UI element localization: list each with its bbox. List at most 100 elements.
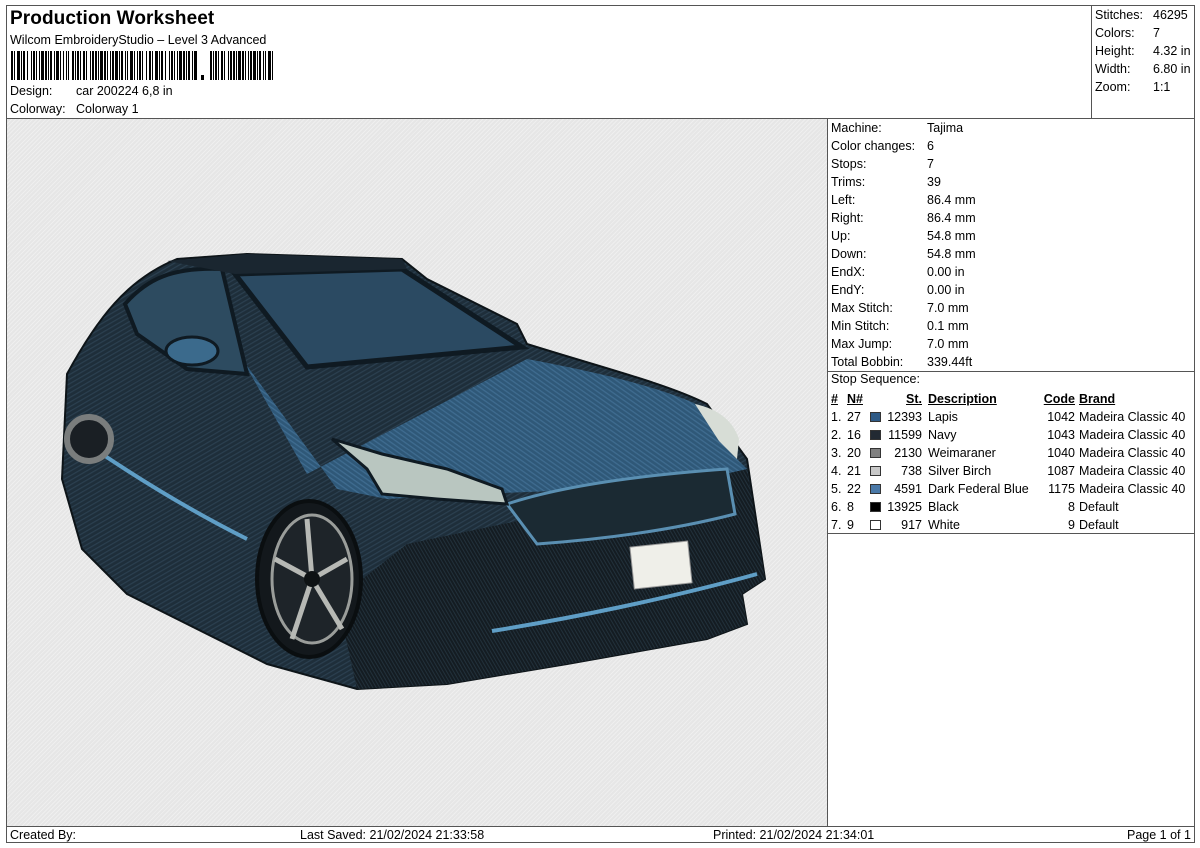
stop-code: 9 <box>1068 518 1075 532</box>
stat-row: Stitches: 46295 <box>1095 8 1188 22</box>
car-mirror <box>164 335 220 367</box>
design-label: Design: <box>10 84 53 98</box>
info-value: 7 <box>927 157 934 171</box>
design-value: car 200224 6,8 in <box>76 84 173 98</box>
stat-label: Stitches: <box>1095 8 1143 22</box>
info-row: Right: 86.4 mm <box>831 209 976 227</box>
stop-code: 1042 <box>1047 410 1075 424</box>
stop-needle: 22 <box>847 482 861 496</box>
color-swatch <box>870 484 881 494</box>
stop-sequence-row: 7. 9 917 White 9 Default <box>828 516 1194 534</box>
col-header-description: Description <box>928 392 997 406</box>
colorway-value: Colorway 1 <box>76 102 139 116</box>
info-value: 39 <box>927 175 941 189</box>
design-preview <box>7 119 828 826</box>
color-swatch <box>870 430 881 440</box>
info-value: 0.00 in <box>927 265 965 279</box>
info-row: Stops: 7 <box>831 155 934 173</box>
info-row: EndX: 0.00 in <box>831 263 965 281</box>
barcode-image <box>11 51 273 80</box>
col-header-num: # <box>831 392 838 406</box>
stop-sequence-row: 3. 20 2130 Weimaraner 1040 Madeira Classic 40 <box>828 444 1194 462</box>
stop-index: 7. <box>831 518 842 532</box>
colorway-row: Colorway: Colorway 1 <box>10 102 139 116</box>
stop-brand: Madeira Classic 40 <box>1079 464 1186 478</box>
info-row: Color changes: 6 <box>831 137 934 155</box>
stop-sequence-title: Stop Sequence: <box>831 372 920 386</box>
car-rear-wheel <box>64 414 114 464</box>
stop-stitches: 13925 <box>887 500 922 514</box>
info-value: 7.0 mm <box>927 337 969 351</box>
stop-stitches: 738 <box>901 464 922 478</box>
stop-code: 1040 <box>1047 446 1075 460</box>
stat-label: Width: <box>1095 62 1131 76</box>
info-value: 339.44ft <box>927 355 973 369</box>
worksheet-header: Production Worksheet Wilcom EmbroiderySt… <box>7 6 1092 119</box>
info-label: EndX: <box>831 265 866 279</box>
stop-sequence-row: 5. 22 4591 Dark Federal Blue 1175 Madeira Cla… <box>828 480 1194 498</box>
stop-code: 1043 <box>1047 428 1075 442</box>
stop-brand: Madeira Classic 40 <box>1079 446 1186 460</box>
car-wheel-hub <box>304 571 320 587</box>
stop-stitches: 11599 <box>888 428 922 442</box>
software-name: Wilcom EmbroideryStudio – Level 3 Advanc… <box>10 33 267 47</box>
info-label: Stops: <box>831 157 867 171</box>
stop-sequence-row: 1. 27 12393 Lapis 1042 Madeira Classic 40 <box>828 408 1194 426</box>
info-value: 6 <box>927 139 934 153</box>
stop-brand: Madeira Classic 40 <box>1079 482 1186 496</box>
stop-needle: 20 <box>847 446 861 460</box>
info-row: Max Stitch: 7.0 mm <box>831 299 969 317</box>
info-row: Max Jump: 7.0 mm <box>831 335 969 353</box>
stop-stitches: 12393 <box>887 410 922 424</box>
car-license-plate <box>629 540 693 590</box>
info-label: Up: <box>831 229 851 243</box>
info-value: 0.1 mm <box>927 319 969 333</box>
stop-index: 4. <box>831 464 842 478</box>
worksheet-footer: Created By: Last Saved: 21/02/2024 21:33… <box>7 826 1194 842</box>
stop-sequence-row: 2. 16 11599 Navy 1043 Madeira Classic 40 <box>828 426 1194 444</box>
stop-needle: 21 <box>847 464 861 478</box>
info-label: Machine: <box>831 121 882 135</box>
info-value: 86.4 mm <box>927 211 976 225</box>
stat-row: Height: 4.32 in <box>1095 44 1191 58</box>
col-header-needle: N# <box>847 392 863 406</box>
stop-needle: 9 <box>847 518 854 532</box>
info-label: Right: <box>831 211 864 225</box>
stat-value: 7 <box>1153 26 1160 40</box>
info-row: Up: 54.8 mm <box>831 227 976 245</box>
stat-label: Height: <box>1095 44 1135 58</box>
info-label: EndY: <box>831 283 865 297</box>
embroidery-car-image <box>60 252 767 691</box>
machine-info-panel: Machine: Tajima Color changes: 6 Stops: 7 T… <box>828 119 1194 534</box>
info-value: 7.0 mm <box>927 301 969 315</box>
stop-index: 5. <box>831 482 842 496</box>
stop-stitches: 917 <box>901 518 922 532</box>
stat-value: 6.80 in <box>1153 62 1191 76</box>
col-header-code: Code <box>1043 392 1075 406</box>
col-header-brand: Brand <box>1079 392 1116 406</box>
stat-label: Colors: <box>1095 26 1135 40</box>
color-swatch <box>870 502 881 512</box>
info-label: Color changes: <box>831 139 916 153</box>
page-title: Production Worksheet <box>10 8 215 29</box>
info-row: Trims: 39 <box>831 173 941 191</box>
stat-row: Colors: 7 <box>1095 26 1160 40</box>
info-value: 54.8 mm <box>927 229 976 243</box>
stat-value: 1:1 <box>1153 80 1171 94</box>
stop-index: 6. <box>831 500 842 514</box>
stop-brand: Default <box>1079 500 1119 514</box>
stat-label: Zoom: <box>1095 80 1131 94</box>
stop-description: Black <box>928 500 959 514</box>
design-row: Design: car 200224 6,8 in <box>10 84 173 98</box>
info-value: 0.00 in <box>927 283 965 297</box>
col-header-stitches: St. <box>906 392 922 406</box>
stop-index: 1. <box>831 410 842 424</box>
stop-brand: Madeira Classic 40 <box>1079 428 1186 442</box>
color-swatch <box>870 448 881 458</box>
stat-value: 46295 <box>1153 8 1188 22</box>
stop-code: 1175 <box>1048 482 1075 496</box>
info-label: Trims: <box>831 175 866 189</box>
stop-brand: Madeira Classic 40 <box>1079 410 1186 424</box>
color-swatch <box>870 520 881 530</box>
info-row: Down: 54.8 mm <box>831 245 976 263</box>
